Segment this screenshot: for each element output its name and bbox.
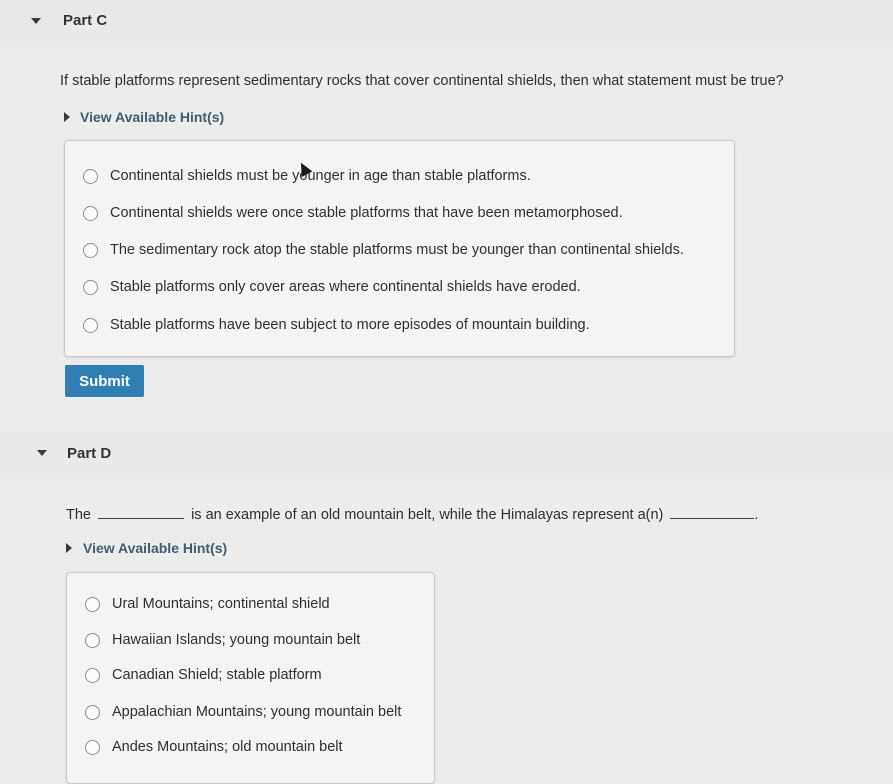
radio-button[interactable] — [85, 596, 100, 612]
option-label: Andes Mountains; old mountain belt — [112, 739, 343, 755]
collapse-caret-icon[interactable] — [31, 18, 41, 24]
option-label: Continental shields were once stable pla… — [110, 205, 623, 221]
part-c-options-box: Continental shields must be younger in a… — [64, 140, 735, 357]
radio-button[interactable] — [83, 279, 98, 295]
radio-button[interactable] — [83, 168, 98, 184]
part-c-option-5[interactable]: Stable platforms have been subject to mo… — [83, 314, 590, 336]
part-d-option-1[interactable]: Ural Mountains; continental shield — [85, 593, 330, 615]
submit-button[interactable]: Submit — [65, 365, 144, 397]
part-d-question: The is an example of an old mountain bel… — [66, 506, 758, 523]
question-text-start: The — [66, 507, 91, 523]
option-label: The sedimentary rock atop the stable pla… — [110, 242, 684, 258]
collapse-caret-icon[interactable] — [37, 450, 47, 456]
option-label: Continental shields must be younger in a… — [110, 168, 531, 184]
part-c-option-3[interactable]: The sedimentary rock atop the stable pla… — [83, 239, 684, 261]
hint-expand-icon — [66, 543, 72, 553]
radio-button[interactable] — [85, 667, 100, 683]
part-d-option-5[interactable]: Andes Mountains; old mountain belt — [85, 736, 343, 758]
answer-blank-2 — [670, 506, 755, 519]
radio-button[interactable] — [85, 739, 100, 755]
option-label: Stable platforms have been subject to mo… — [110, 317, 590, 333]
radio-button[interactable] — [83, 317, 98, 333]
part-d-options-box: Ural Mountains; continental shield Hawai… — [66, 572, 435, 784]
part-c-title: Part C — [63, 12, 108, 29]
part-d-option-4[interactable]: Appalachian Mountains; young mountain be… — [85, 701, 401, 723]
part-d-header[interactable]: Part D — [0, 432, 893, 474]
question-text-end: . — [754, 507, 759, 523]
answer-blank-1 — [98, 506, 185, 519]
part-d-title: Part D — [67, 445, 112, 462]
question-text-middle: is an example of an old mountain belt, w… — [191, 507, 664, 523]
radio-button[interactable] — [83, 205, 98, 221]
part-d-option-3[interactable]: Canadian Shield; stable platform — [85, 664, 322, 686]
part-d-hint-link[interactable]: View Available Hint(s) — [83, 540, 227, 556]
option-label: Canadian Shield; stable platform — [112, 667, 322, 683]
option-label: Ural Mountains; continental shield — [112, 596, 330, 612]
part-c-question: If stable platforms represent sedimentar… — [60, 73, 784, 89]
part-c-header[interactable]: Part C — [0, 0, 893, 42]
part-c-hint-link[interactable]: View Available Hint(s) — [80, 109, 224, 125]
part-d-option-2[interactable]: Hawaiian Islands; young mountain belt — [85, 629, 360, 651]
radio-button[interactable] — [85, 632, 100, 648]
option-label: Appalachian Mountains; young mountain be… — [112, 704, 402, 720]
option-label: Stable platforms only cover areas where … — [110, 279, 581, 295]
part-c-option-2[interactable]: Continental shields were once stable pla… — [83, 202, 623, 224]
option-label: Hawaiian Islands; young mountain belt — [112, 632, 361, 648]
hint-expand-icon — [64, 112, 70, 122]
radio-button[interactable] — [83, 242, 98, 258]
part-c-option-4[interactable]: Stable platforms only cover areas where … — [83, 276, 581, 298]
radio-button[interactable] — [85, 704, 100, 720]
